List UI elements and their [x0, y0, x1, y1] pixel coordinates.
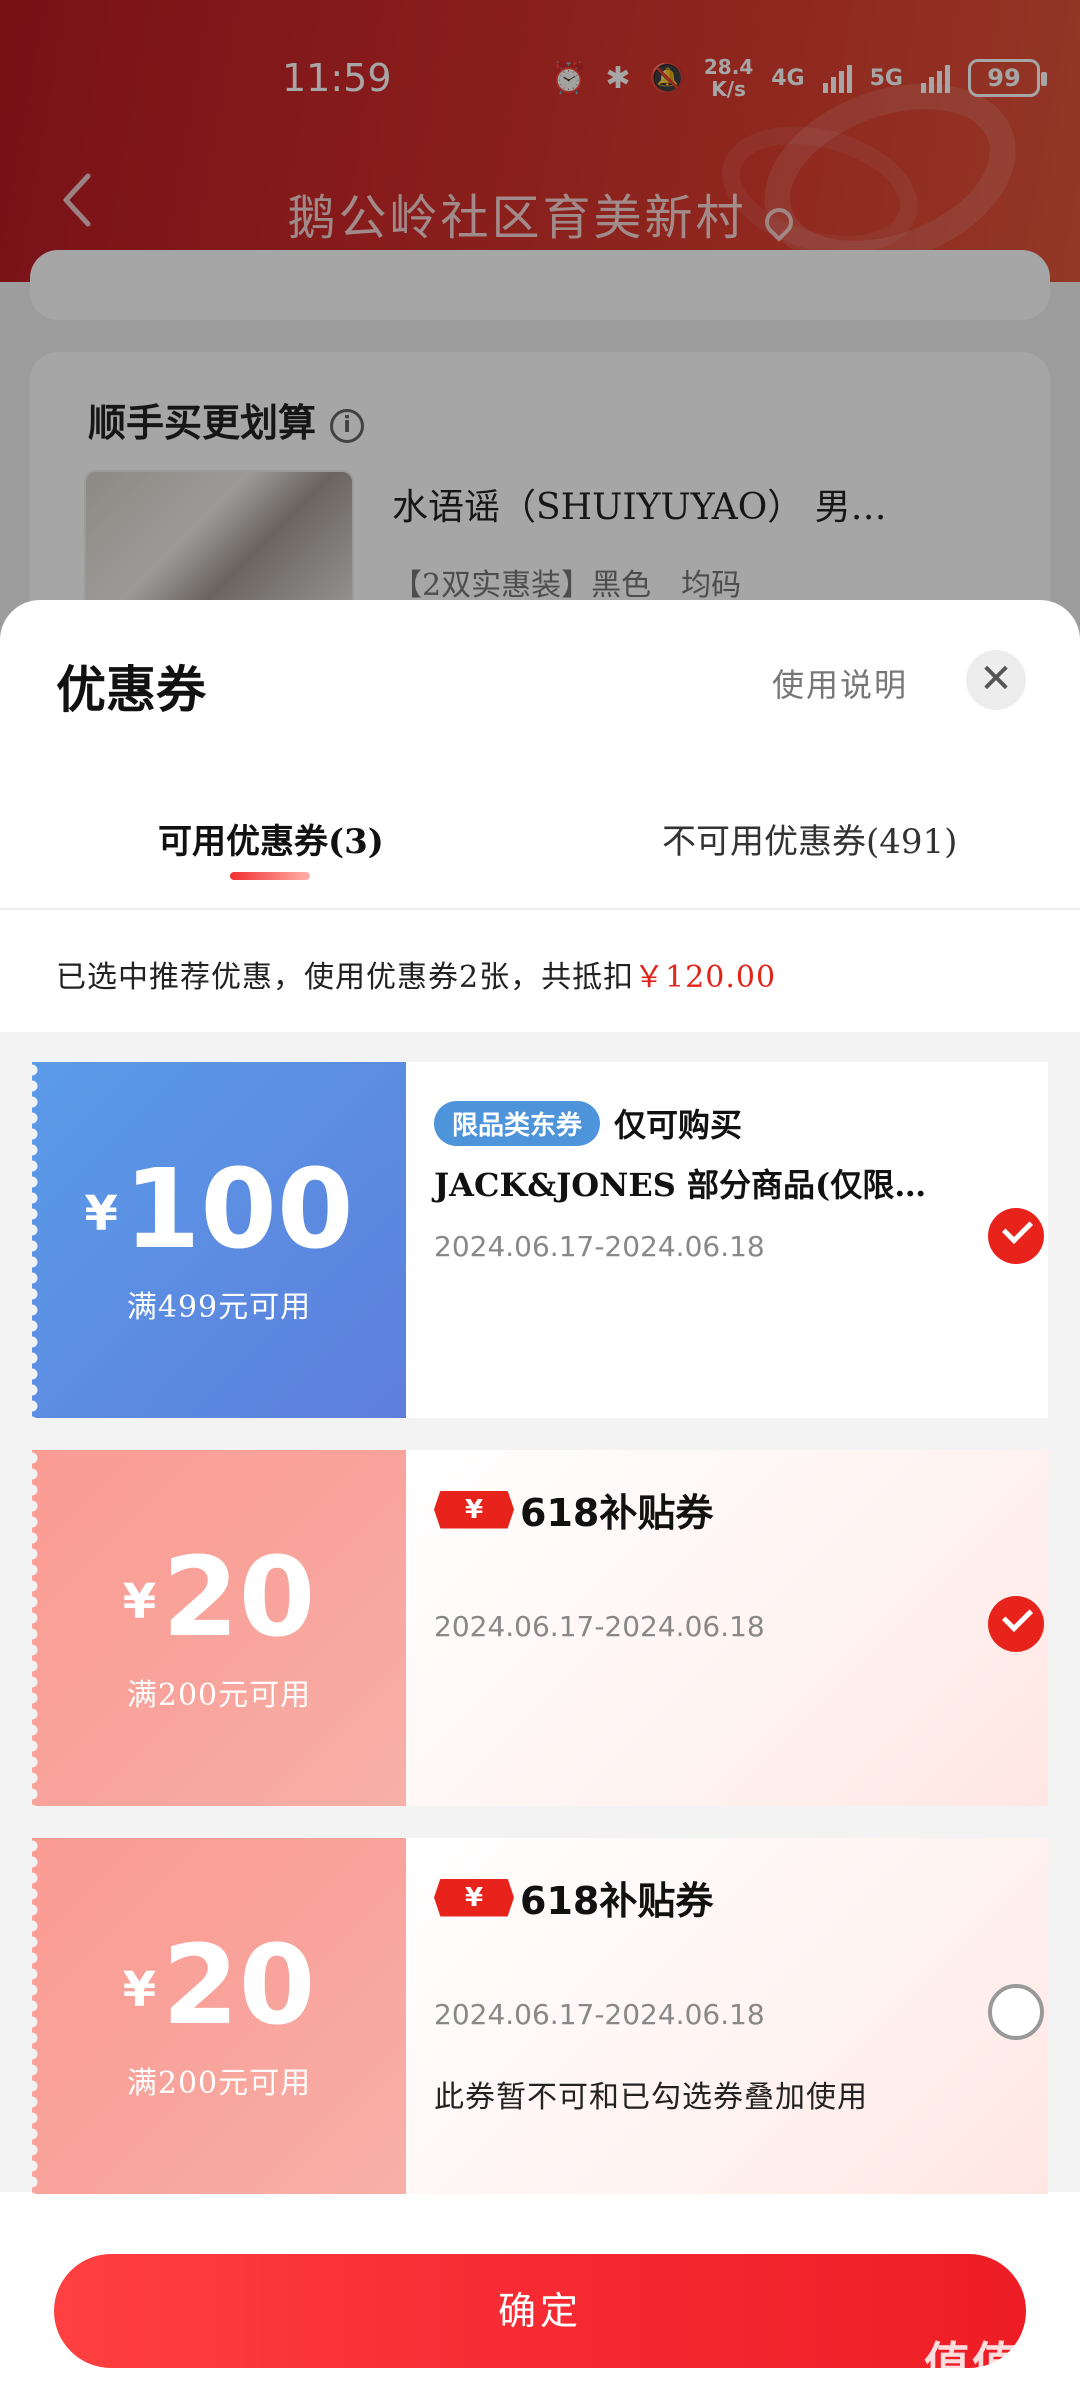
coupon-value-panel: ¥ 20 满200元可用	[32, 1450, 406, 1806]
coupon-card[interactable]: ¥ 20 满200元可用 ¥ 618补贴券 2024.06.17-2024.06…	[32, 1838, 1048, 2194]
coupon-title: 限品类东券 仅可购买	[434, 1100, 742, 1146]
coupon-validity: 2024.06.17-2024.06.18	[434, 1230, 765, 1263]
coupon-amount: 100	[123, 1145, 354, 1273]
coupon-condition: 满200元可用	[126, 2066, 312, 2101]
checkbox-checked-icon[interactable]	[988, 1208, 1044, 1264]
subsidy-badge: ¥ 618补贴券	[434, 1482, 713, 1537]
tab-unavailable-coupons[interactable]: 不可用优惠券(491)	[662, 814, 957, 863]
summary-text: 已选中推荐优惠，使用优惠券2张，共抵扣	[56, 960, 635, 995]
coupon-amount: 20	[162, 1533, 316, 1661]
subsidy-badge: ¥ 618补贴券	[434, 1870, 713, 1925]
coupon-card[interactable]: ¥ 20 满200元可用 ¥ 618补贴券 2024.06.17-2024.06…	[32, 1450, 1048, 1806]
coupon-value-panel: ¥ 20 满200元可用	[32, 1838, 406, 2194]
coupon-title-line2: JACK&JONES 部分商品(仅限…	[434, 1166, 927, 1204]
coupon-details: 限品类东券 仅可购买 JACK&JONES 部分商品(仅限… 2024.06.17…	[406, 1062, 1048, 1418]
currency-symbol: ¥	[122, 1574, 157, 1630]
coupon-validity: 2024.06.17-2024.06.18	[434, 1610, 765, 1643]
watermark: 值值值 zhizhizhi.com	[924, 2328, 1068, 2400]
coupon-value-panel: ¥ 100 满499元可用	[32, 1062, 406, 1418]
coupon-validity: 2024.06.17-2024.06.18	[434, 1998, 765, 2031]
coupon-list[interactable]: ¥ 100 满499元可用 限品类东券 仅可购买 JACK&JONES 部分商品(…	[0, 1032, 1080, 2194]
sheet-title: 优惠券	[56, 660, 206, 719]
badge-text: 618补贴券	[520, 1879, 714, 1923]
yen-tag-icon: ¥	[434, 1878, 514, 1917]
watermark-logo: 值值值	[924, 2337, 1068, 2391]
tab-available-coupons[interactable]: 可用优惠券(3)	[158, 814, 384, 863]
coupon-amount: 20	[162, 1921, 316, 2049]
coupon-card[interactable]: ¥ 100 满499元可用 限品类东券 仅可购买 JACK&JONES 部分商品(…	[32, 1062, 1048, 1418]
coupon-note: 此券暂不可和已勾选券叠加使用	[434, 2080, 868, 2115]
category-tag: 限品类东券	[434, 1100, 601, 1146]
confirm-button[interactable]: 确定	[54, 2254, 1026, 2368]
currency-symbol: ¥	[122, 1962, 157, 2018]
checkbox-checked-icon[interactable]	[988, 1596, 1044, 1652]
active-tab-indicator	[230, 872, 310, 880]
divider	[0, 908, 1080, 910]
coupon-title-line1: 仅可购买	[614, 1106, 743, 1144]
badge-text: 618补贴券	[520, 1491, 714, 1535]
coupon-condition: 满200元可用	[126, 1678, 312, 1713]
yen-tag-icon: ¥	[434, 1490, 514, 1529]
close-icon: ✕	[979, 656, 1013, 702]
coupon-details: ¥ 618补贴券 2024.06.17-2024.06.18	[406, 1450, 1048, 1806]
currency-symbol: ¥	[84, 1186, 118, 1242]
usage-instructions-link[interactable]: 使用说明	[772, 660, 908, 706]
coupon-condition: 满499元可用	[126, 1290, 312, 1325]
summary-amount: ￥120.00	[634, 960, 777, 995]
selection-summary: 已选中推荐优惠，使用优惠券2张，共抵扣￥120.00	[56, 952, 776, 996]
bottom-bar: 确定	[0, 2226, 1080, 2400]
coupon-sheet: 优惠券 使用说明 ✕ 可用优惠券(3) 不可用优惠券(491) 已选中推荐优惠，…	[0, 600, 1080, 2400]
checkbox-unchecked-icon[interactable]	[988, 1984, 1044, 2040]
close-button[interactable]: ✕	[966, 650, 1026, 710]
watermark-url: zhizhizhi.com	[924, 2390, 1068, 2400]
coupon-details: ¥ 618补贴券 2024.06.17-2024.06.18 此券暂不可和已勾选…	[406, 1838, 1048, 2194]
